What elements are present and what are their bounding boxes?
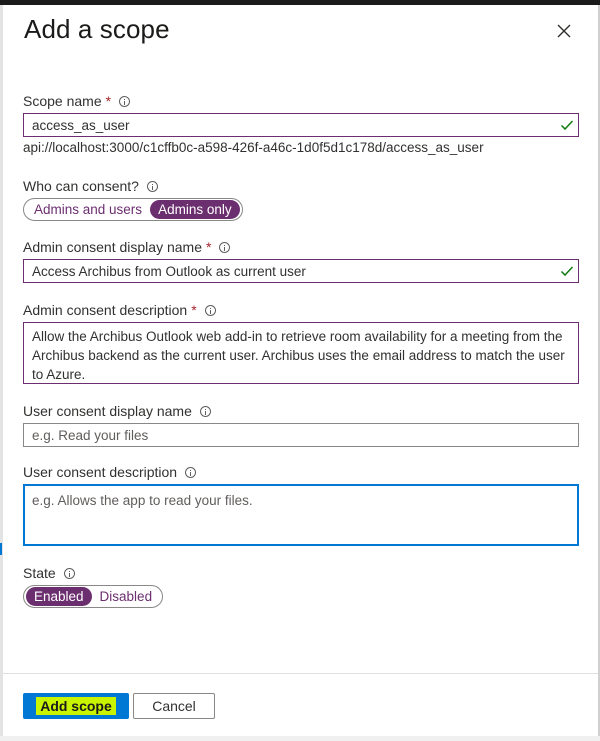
who-can-consent-toggle: Admins and users Admins only bbox=[23, 198, 243, 221]
background-edge-mark bbox=[0, 543, 2, 555]
info-icon[interactable] bbox=[146, 180, 158, 192]
consent-option-admins-only[interactable]: Admins only bbox=[150, 200, 240, 219]
cancel-button[interactable]: Cancel bbox=[133, 693, 215, 719]
info-icon[interactable] bbox=[204, 304, 216, 316]
user-display-name-label-text: User consent display name bbox=[23, 403, 192, 419]
bottom-edge bbox=[0, 736, 600, 741]
checkmark-icon bbox=[560, 120, 574, 131]
scope-name-label: Scope name * bbox=[23, 93, 131, 109]
admin-description-textarea[interactable]: Allow the Archibus Outlook web add-in to… bbox=[23, 322, 579, 384]
required-mark: * bbox=[191, 302, 197, 318]
state-toggle: Enabled Disabled bbox=[23, 585, 164, 608]
state-label: State bbox=[23, 565, 75, 581]
user-description-label-text: User consent description bbox=[23, 464, 178, 480]
close-icon bbox=[557, 24, 571, 38]
scope-name-input[interactable] bbox=[23, 113, 579, 137]
admin-display-name-label-text: Admin consent display name bbox=[23, 239, 202, 255]
required-mark: * bbox=[105, 93, 112, 109]
admin-display-name-label: Admin consent display name * bbox=[23, 239, 231, 255]
user-display-name-label: User consent display name bbox=[23, 403, 211, 419]
scope-name-label-text: Scope name bbox=[23, 93, 102, 109]
who-can-consent-label-text: Who can consent? bbox=[23, 178, 139, 194]
add-scope-panel: Add a scope Scope name * api://localhost… bbox=[3, 5, 598, 741]
close-button[interactable] bbox=[551, 18, 577, 44]
user-display-name-input[interactable] bbox=[23, 423, 579, 447]
add-scope-button[interactable]: Add scope bbox=[23, 693, 129, 719]
who-can-consent-label: Who can consent? bbox=[23, 178, 158, 194]
consent-option-admins-and-users[interactable]: Admins and users bbox=[26, 200, 150, 219]
checkmark-icon bbox=[560, 266, 574, 277]
admin-description-label: Admin consent description * bbox=[23, 302, 216, 318]
admin-description-label-text: Admin consent description bbox=[23, 302, 188, 318]
state-label-text: State bbox=[23, 565, 56, 581]
add-scope-button-label: Add scope bbox=[36, 697, 116, 715]
info-icon[interactable] bbox=[219, 241, 231, 253]
info-icon[interactable] bbox=[185, 466, 197, 478]
user-description-label: User consent description bbox=[23, 464, 197, 480]
state-option-enabled[interactable]: Enabled bbox=[26, 587, 92, 606]
admin-display-name-input[interactable] bbox=[23, 259, 579, 283]
footer-divider bbox=[3, 673, 598, 674]
panel-title: Add a scope bbox=[24, 14, 170, 44]
info-icon[interactable] bbox=[199, 405, 211, 417]
info-icon[interactable] bbox=[119, 95, 131, 107]
user-description-textarea[interactable] bbox=[23, 484, 579, 546]
state-option-disabled[interactable]: Disabled bbox=[92, 587, 161, 606]
required-mark: * bbox=[206, 239, 212, 255]
scope-uri: api://localhost:3000/c1cffb0c-a598-426f-… bbox=[23, 140, 484, 155]
info-icon[interactable] bbox=[63, 567, 75, 579]
